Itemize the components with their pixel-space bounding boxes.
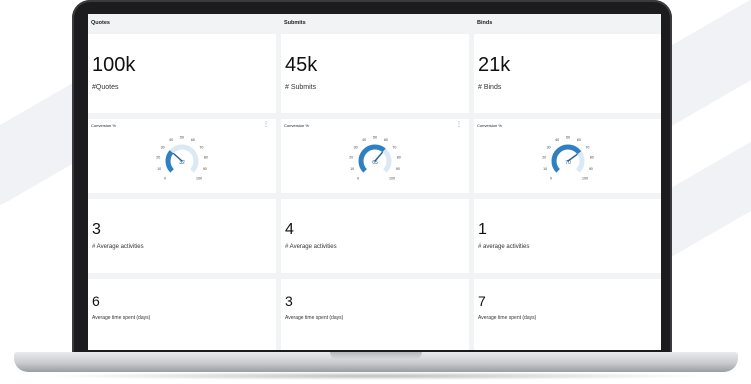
column-header: Binds: [477, 20, 493, 26]
activities-label: # Average activities: [285, 244, 337, 250]
gauge-fill: [551, 144, 582, 173]
count-card[interactable]: 21k # Binds: [474, 34, 661, 113]
column-quotes: Quotes 100k #Quotes Conversion % ⋮ 32 0 10…: [88, 14, 276, 350]
gauge-tick-label: 70: [392, 145, 396, 149]
activities-value: 4: [285, 221, 294, 238]
gauge-tick-label: 10: [350, 167, 354, 171]
gauge-tick-label: 70: [585, 145, 589, 149]
dashboard-screen: Quotes 100k #Quotes Conversion % ⋮ 32 0 10…: [88, 14, 661, 350]
gauge-tick-label: 40: [169, 138, 173, 142]
conversion-card: Conversion % ⋮ 32 0 10 20 30 40 50 60 70 80 90 100: [88, 119, 276, 193]
count-label: #Quotes: [92, 84, 119, 91]
gauge-tick-label: 10: [157, 167, 161, 171]
gauge-value-label: 70: [565, 160, 571, 166]
activities-label: # average activities: [478, 244, 530, 250]
count-value: 100k: [92, 54, 136, 76]
gauge-tick-label: 50: [566, 136, 570, 140]
activities-card[interactable]: 3 # Average activities: [88, 199, 276, 273]
gauge-tick-label: 100: [582, 176, 588, 180]
count-value: 21k: [478, 54, 511, 76]
gauge-tick-label: 50: [373, 136, 377, 140]
gauge-tick-label: 20: [156, 156, 160, 160]
gauge-tick-label: 20: [349, 156, 353, 160]
gauge-tick-label: 20: [542, 156, 546, 160]
gauge-tick-label: 80: [397, 156, 401, 160]
gauge-tick-label: 80: [204, 156, 208, 160]
column-binds: Binds 21k # Binds Conversion % 70 0 10 20 30…: [474, 14, 661, 350]
column-header: Submits: [284, 20, 306, 26]
gauge-tick-label: 70: [199, 145, 203, 149]
gauge-tick-label: 50: [180, 136, 184, 140]
gauge-tick-label: 100: [389, 176, 395, 180]
conversion-gauge: 32 0 10 20 30 40 50 60 70 80 90 100: [156, 136, 208, 181]
gauge-tick-label: 60: [191, 138, 195, 142]
gauge-tick-label: 0: [164, 176, 166, 180]
count-value: 45k: [285, 54, 318, 76]
conversion-card: Conversion % 70 0 10 20 30 40 50 60 70 80 90 100: [474, 119, 661, 193]
column-submits: Submits 45k # Submits Conversion % ⋮ 65 0…: [281, 14, 469, 350]
count-card[interactable]: 100k #Quotes: [88, 34, 276, 113]
gauge-tick-label: 0: [357, 176, 359, 180]
count-label: # Submits: [285, 84, 317, 91]
gauge-tick-label: 30: [161, 145, 165, 149]
activities-card[interactable]: 4 # Average activities: [281, 199, 469, 273]
gauge-tick-label: 30: [547, 145, 551, 149]
activities-card[interactable]: 1 # average activities: [474, 199, 661, 273]
gauge-tick-label: 100: [196, 176, 202, 180]
column-header: Quotes: [91, 20, 110, 26]
gauge-fill: [165, 150, 175, 173]
activities-label: # Average activities: [92, 244, 144, 250]
time-spent-label: Average time spent (days): [92, 315, 151, 321]
gauge-fill: [358, 144, 386, 173]
gauge-tick-label: 60: [384, 138, 388, 142]
time-spent-value: 3: [285, 293, 293, 309]
gauge-tick-label: 80: [590, 156, 594, 160]
time-spent-label: Average time spent (days): [478, 315, 537, 321]
gauge-tick-label: 60: [577, 138, 581, 142]
count-label: # Binds: [478, 84, 502, 91]
gauge-tick-label: 0: [550, 176, 552, 180]
laptop-shadow: [40, 372, 712, 380]
gauge-value-label: 65: [372, 160, 378, 166]
activities-value: 1: [478, 221, 487, 238]
gauge-tick-label: 40: [362, 138, 366, 142]
laptop-notch: [330, 352, 422, 359]
conversion-gauge: 65 0 10 20 30 40 50 60 70 80 90 100: [349, 136, 401, 181]
gauge-tick-label: 90: [396, 167, 400, 171]
gauge-tick-label: 90: [589, 167, 593, 171]
gauge-tick-label: 10: [543, 167, 547, 171]
gauge-value-label: 32: [179, 160, 185, 166]
gauge-tick-label: 30: [354, 145, 358, 149]
time-spent-card[interactable]: 3 Average time spent (days): [281, 279, 469, 350]
time-spent-card[interactable]: 6 Average time spent (days): [88, 279, 276, 350]
time-spent-label: Average time spent (days): [285, 315, 344, 321]
gauge-tick-label: 90: [203, 167, 207, 171]
conversion-gauge: 70 0 10 20 30 40 50 60 70 80 90 100: [542, 136, 594, 181]
conversion-card: Conversion % ⋮ 65 0 10 20 30 40 50 60 70 80 90 100: [281, 119, 469, 193]
time-spent-card[interactable]: 7 Average time spent (days): [474, 279, 661, 350]
activities-value: 3: [92, 221, 101, 238]
time-spent-value: 7: [478, 293, 486, 309]
time-spent-value: 6: [92, 293, 100, 309]
count-card[interactable]: 45k # Submits: [281, 34, 469, 113]
gauge-tick-label: 40: [555, 138, 559, 142]
